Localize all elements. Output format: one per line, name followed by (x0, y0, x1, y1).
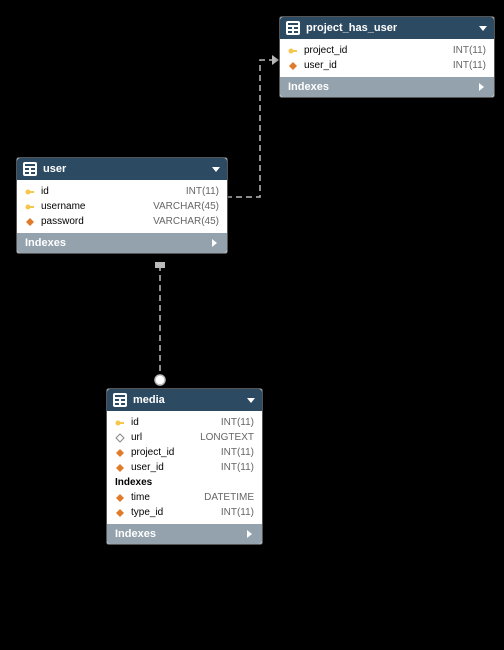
column-type: INT(11) (221, 507, 254, 518)
key-icon (25, 187, 35, 197)
column-name: user_id (131, 462, 215, 473)
column-name: user_id (304, 60, 447, 71)
fk-icon (115, 448, 125, 458)
key-icon (288, 46, 298, 56)
key-icon (25, 202, 35, 212)
table-media[interactable]: media id INT(11) url LONGTEXT project_id… (106, 388, 263, 545)
table-title: project_has_user (306, 22, 472, 34)
collapse-icon[interactable] (211, 164, 221, 174)
column-type: VARCHAR(45) (153, 201, 219, 212)
fk-icon (25, 217, 35, 227)
table-icon (23, 162, 37, 176)
indexes-label: Indexes (288, 81, 476, 93)
table-user[interactable]: user id INT(11) username VARCHAR(45) pas… (16, 157, 228, 254)
table-project-has-user[interactable]: project_has_user project_id INT(11) user… (279, 16, 495, 98)
column-row[interactable]: project_id INT(11) (280, 43, 494, 58)
indexes-bar[interactable]: Indexes (280, 77, 494, 97)
expand-icon (209, 238, 219, 248)
column-name: project_id (131, 447, 215, 458)
expand-icon (476, 82, 486, 92)
columns: project_id INT(11) user_id INT(11) (280, 39, 494, 77)
fk-icon (115, 463, 125, 473)
column-type: INT(11) (453, 45, 486, 56)
column-row[interactable]: id INT(11) (17, 184, 227, 199)
expand-icon (244, 529, 254, 539)
column-row[interactable]: user_id INT(11) (280, 58, 494, 73)
table-icon (113, 393, 127, 407)
fk-icon (288, 61, 298, 71)
column-type: INT(11) (186, 186, 219, 197)
column-name: url (131, 432, 194, 443)
column-name: time (131, 492, 198, 503)
column-row[interactable]: url LONGTEXT (107, 430, 262, 445)
table-title: user (43, 163, 205, 175)
column-name: type_id (131, 507, 215, 518)
column-type: INT(11) (453, 60, 486, 71)
fk-icon (115, 508, 125, 518)
indexes-label: Indexes (115, 528, 244, 540)
column-type: INT(11) (221, 462, 254, 473)
table-header[interactable]: user (17, 158, 227, 180)
collapse-icon[interactable] (478, 23, 488, 33)
fk-icon (115, 493, 125, 503)
column-name: password (41, 216, 147, 227)
sub-indexes-label: Indexes (107, 475, 262, 490)
column-type: LONGTEXT (200, 432, 254, 443)
table-icon (286, 21, 300, 35)
column-type: INT(11) (221, 417, 254, 428)
column-row[interactable]: user_id INT(11) (107, 460, 262, 475)
column-type: INT(11) (221, 447, 254, 458)
column-row[interactable]: project_id INT(11) (107, 445, 262, 460)
collapse-icon[interactable] (246, 395, 256, 405)
indexes-bar[interactable]: Indexes (107, 524, 262, 544)
columns: id INT(11) username VARCHAR(45) password… (17, 180, 227, 233)
indexes-bar[interactable]: Indexes (17, 233, 227, 253)
column-name: id (41, 186, 180, 197)
columns: id INT(11) url LONGTEXT project_id INT(1… (107, 411, 262, 524)
column-row[interactable]: time DATETIME (107, 490, 262, 505)
table-header[interactable]: project_has_user (280, 17, 494, 39)
column-row[interactable]: type_id INT(11) (107, 505, 262, 520)
column-name: username (41, 201, 147, 212)
column-type: DATETIME (204, 492, 254, 503)
column-row[interactable]: password VARCHAR(45) (17, 214, 227, 229)
column-icon (115, 433, 125, 443)
column-type: VARCHAR(45) (153, 216, 219, 227)
key-icon (115, 418, 125, 428)
indexes-label: Indexes (25, 237, 209, 249)
column-row[interactable]: id INT(11) (107, 415, 262, 430)
column-name: project_id (304, 45, 447, 56)
column-name: id (131, 417, 215, 428)
table-title: media (133, 394, 240, 406)
erd-canvas: project_has_user project_id INT(11) user… (0, 0, 504, 650)
table-header[interactable]: media (107, 389, 262, 411)
column-row[interactable]: username VARCHAR(45) (17, 199, 227, 214)
